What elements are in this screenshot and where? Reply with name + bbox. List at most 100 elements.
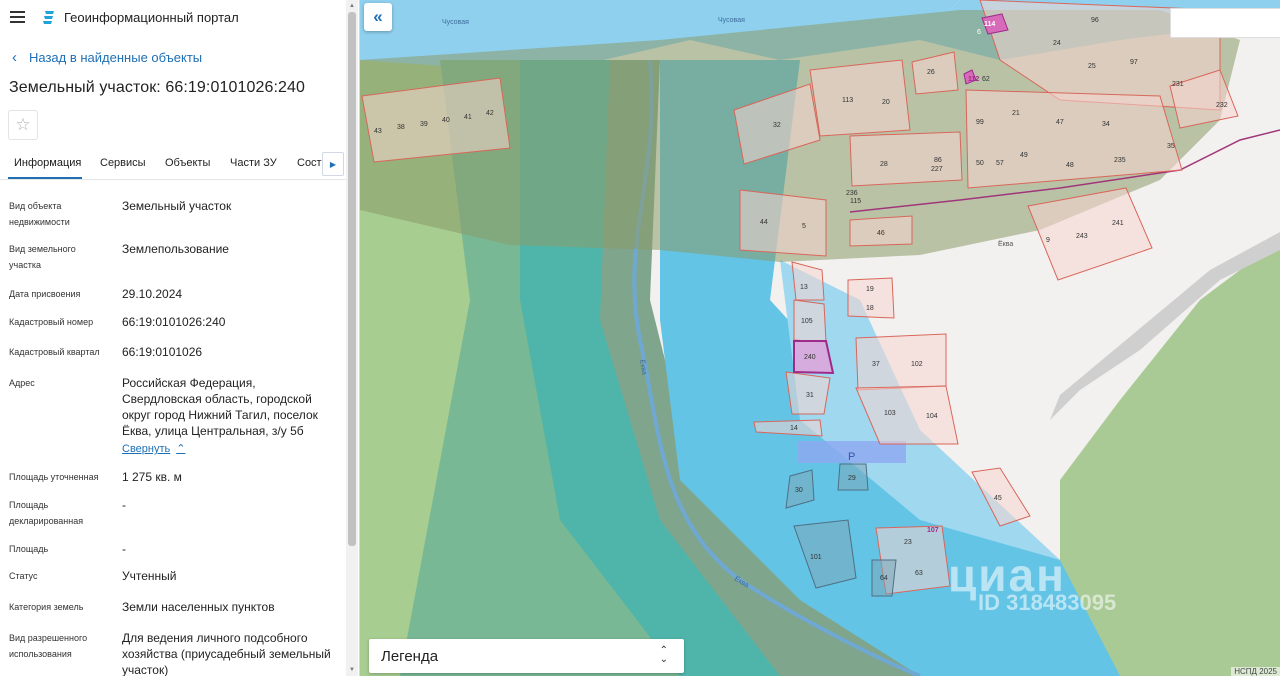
parcel-number: 47 bbox=[1056, 119, 1064, 126]
legend-label: Легенда bbox=[381, 648, 439, 665]
tab-objects[interactable]: Объекты bbox=[165, 157, 210, 169]
panel-scrollbar[interactable]: ▲ ▼ bbox=[346, 0, 358, 676]
parcel-number: 23 bbox=[904, 539, 912, 546]
parcel[interactable] bbox=[855, 333, 947, 391]
parcel-number: 101 bbox=[810, 554, 822, 561]
attribute-label: Адрес bbox=[9, 378, 35, 388]
attribute-label: Кадастровый номер bbox=[9, 317, 94, 327]
address-text: Российская Федерация, Свердловская облас… bbox=[122, 376, 318, 438]
parcel-number: 28 bbox=[880, 161, 888, 168]
watermark: циан ID 318483095 bbox=[948, 548, 1116, 615]
attribute-label: Дата присвоения bbox=[9, 289, 81, 299]
parcel-number: 113 bbox=[842, 97, 853, 104]
river-label: Чусовая bbox=[718, 17, 745, 24]
caret-right-icon: ▶ bbox=[329, 159, 337, 169]
page-title: Земельный участок: 66:19:0101026:240 bbox=[9, 79, 306, 96]
parking-label: P bbox=[848, 451, 855, 463]
parcel-number: 99 bbox=[976, 119, 984, 126]
attribute-value: Землепользование bbox=[122, 242, 229, 256]
map-view[interactable]: P Чусовая Чусовая Ёква Ёква Ёква 43 38 3… bbox=[360, 0, 1280, 676]
parcel-number: 114 bbox=[984, 21, 995, 28]
parcel-number: 19 bbox=[866, 286, 874, 293]
parcel-number: 45 bbox=[994, 495, 1002, 502]
parcel-number: 13 bbox=[800, 284, 808, 291]
favorite-button[interactable]: ☆ bbox=[8, 110, 38, 140]
parcel-number: 42 bbox=[486, 110, 494, 117]
parcel-number: 97 bbox=[1130, 59, 1138, 66]
parcel-number: 240 bbox=[804, 354, 816, 361]
parcel-number: 26 bbox=[927, 69, 935, 76]
attribute-value: 29.10.2024 bbox=[122, 287, 183, 301]
parcel-number: 63 bbox=[915, 570, 923, 577]
tab-information[interactable]: Информация bbox=[14, 157, 81, 169]
place-label: Ёква bbox=[998, 240, 1013, 248]
parcel-number: 18 bbox=[866, 305, 874, 312]
legend-dropdown[interactable]: Легенда ⌃ ⌄ bbox=[369, 639, 684, 673]
chevron-up-icon: ⌃ bbox=[176, 443, 186, 455]
collapse-address-link[interactable]: Свернуть ⌃ bbox=[122, 441, 185, 457]
parcel-number: 105 bbox=[801, 318, 813, 325]
parcel-number: 32 bbox=[773, 122, 781, 129]
scroll-down-icon[interactable]: ▼ bbox=[349, 667, 355, 673]
collapse-label: Свернуть bbox=[122, 443, 171, 455]
back-link-label: Назад в найденные объекты bbox=[29, 50, 203, 65]
parcel-number: 50 bbox=[976, 160, 984, 167]
parcel-number: 40 bbox=[442, 117, 450, 124]
back-to-results-link[interactable]: ‹ Назад в найденные объекты bbox=[12, 48, 203, 66]
attribute-label: Площадь bbox=[9, 544, 49, 554]
parcel-number: 115 bbox=[850, 198, 861, 205]
watermark-id: ID 318483095 bbox=[978, 590, 1117, 615]
scroll-up-icon[interactable]: ▲ bbox=[349, 3, 355, 9]
parcel-number: 31 bbox=[806, 392, 814, 399]
parcel-number: 112 bbox=[968, 76, 979, 83]
parcel[interactable] bbox=[739, 189, 827, 257]
attribute-label: Кадастровый квартал bbox=[9, 347, 100, 357]
parcel-number: 62 bbox=[982, 76, 990, 83]
menu-icon[interactable] bbox=[10, 11, 25, 23]
parcel-number: 39 bbox=[420, 121, 428, 128]
attribute-label: Вид земельного участка bbox=[9, 244, 76, 270]
parcel-number: 236 bbox=[846, 190, 858, 197]
parcel[interactable] bbox=[849, 131, 963, 187]
parcel-number: 107 bbox=[927, 527, 939, 534]
parcel-number: 41 bbox=[464, 114, 472, 121]
map-canvas[interactable]: P Чусовая Чусовая Ёква Ёква Ёква 43 38 3… bbox=[360, 0, 1280, 676]
tab-parts[interactable]: Части ЗУ bbox=[230, 157, 277, 169]
tab-bar: Информация Сервисы Объекты Части ЗУ Сост… bbox=[0, 150, 346, 180]
map-copyright: НСПД 2025 bbox=[1231, 667, 1280, 676]
parcel-number: 21 bbox=[1012, 110, 1020, 117]
parcel[interactable] bbox=[847, 277, 895, 319]
attribute-value: Земли населенных пунктов bbox=[122, 600, 275, 614]
attribute-value: 66:19:0101026 bbox=[122, 345, 203, 359]
portal-logo-icon bbox=[43, 11, 54, 24]
info-panel: Геоинформационный портал ‹ Назад в найде… bbox=[0, 0, 360, 676]
attribute-value: - bbox=[122, 498, 126, 512]
parcel[interactable] bbox=[809, 59, 911, 137]
attribute-value: 66:19:0101026:240 bbox=[122, 315, 226, 329]
parcel-number: 231 bbox=[1172, 81, 1184, 88]
map-search-field[interactable] bbox=[1170, 8, 1280, 38]
parcel-number: 29 bbox=[848, 475, 856, 482]
tab-services[interactable]: Сервисы bbox=[100, 157, 146, 169]
collapse-panel-button[interactable]: « bbox=[364, 3, 392, 31]
chevron-left-icon: ‹ bbox=[12, 48, 17, 66]
parcel-number: 103 bbox=[884, 410, 896, 417]
parcel-number: 102 bbox=[911, 361, 923, 368]
parcel-number: 24 bbox=[1053, 40, 1061, 47]
attribute-label: Вид объекта недвижимости bbox=[9, 201, 70, 227]
river-label: Чусовая bbox=[442, 19, 469, 26]
parcel-number: 243 bbox=[1076, 233, 1088, 240]
parcel-number: 44 bbox=[760, 219, 768, 226]
attribute-label: Категория земель bbox=[9, 602, 84, 612]
attribute-value: Для ведения личного подсобного хозяйства… bbox=[122, 631, 331, 676]
parcel-number: 38 bbox=[397, 124, 405, 131]
parcel-number: 57 bbox=[996, 160, 1004, 167]
parcel-number: 34 bbox=[1102, 121, 1110, 128]
scrollbar-thumb[interactable] bbox=[348, 12, 356, 546]
parcel-number: 48 bbox=[1066, 162, 1074, 169]
double-chevron-left-icon: « bbox=[373, 7, 383, 26]
parcel-number: 5 bbox=[802, 223, 806, 230]
parcel-number: 104 bbox=[926, 413, 938, 420]
parcel-number: 30 bbox=[795, 487, 803, 494]
tabs-scroll-right-button[interactable]: ▶ bbox=[322, 152, 344, 176]
